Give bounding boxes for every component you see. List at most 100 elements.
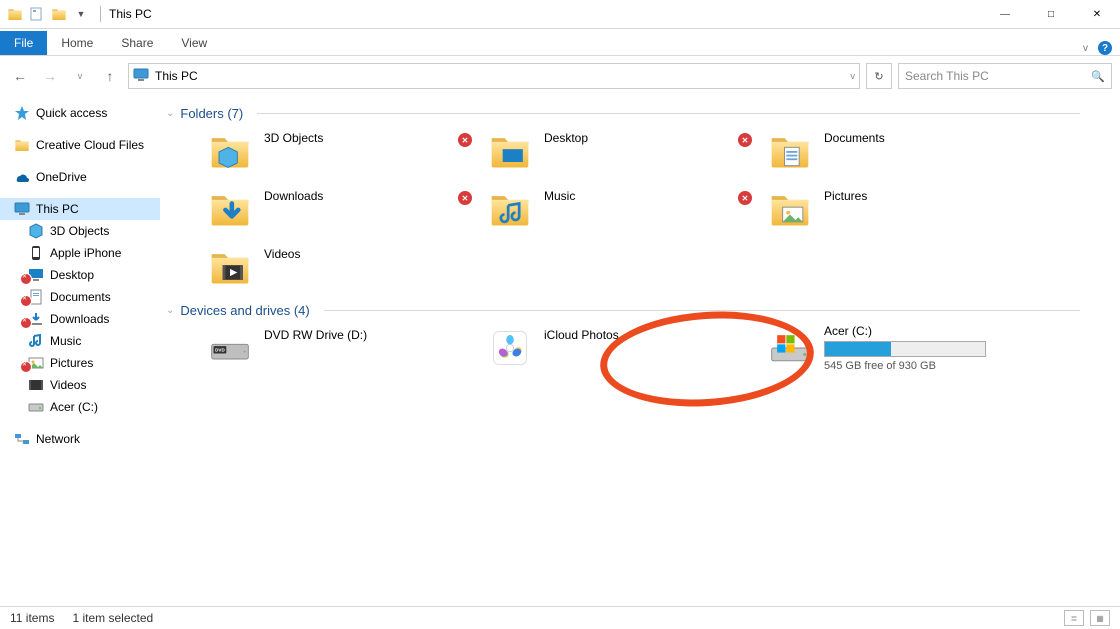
search-input[interactable]: Search This PC 🔍 <box>898 63 1112 89</box>
search-icon: 🔍 <box>1091 70 1105 83</box>
view-large-icons-button[interactable]: ▦ <box>1090 610 1110 626</box>
sync-error-icon <box>20 295 32 307</box>
drive-dvd[interactable]: DVD DVD RW Drive (D:) <box>206 324 476 374</box>
folder-videos[interactable]: Videos <box>206 243 476 293</box>
nav-forward-button[interactable]: → <box>38 64 62 88</box>
downloads-icon <box>28 311 44 327</box>
thispc-icon <box>133 67 149 86</box>
svg-text:DVD: DVD <box>215 348 225 353</box>
drive-icloud-photos[interactable]: iCloud Photos <box>486 324 756 374</box>
refresh-button[interactable]: ↻ <box>866 63 892 89</box>
network-icon <box>14 431 30 447</box>
sidebar-item-label: Downloads <box>50 312 109 326</box>
sidebar-item-label: Quick access <box>36 106 107 120</box>
search-placeholder: Search This PC <box>905 69 989 83</box>
folder-3d-objects[interactable]: 3D Objects <box>206 127 476 177</box>
onedrive-icon <box>14 169 30 185</box>
sidebar-item-desktop[interactable]: Desktop <box>0 264 160 286</box>
folder-documents[interactable]: Documents <box>766 127 1036 177</box>
qa-newfolder-icon[interactable] <box>50 5 68 23</box>
nav-recent-dropdown[interactable]: v <box>68 64 92 88</box>
group-header-devices[interactable]: ⌄ Devices and drives (4) <box>166 299 1120 324</box>
drive-capacity-text: 545 GB free of 930 GB <box>824 360 986 372</box>
sidebar-item-videos[interactable]: Videos <box>0 374 160 396</box>
nav-up-button[interactable]: ↑ <box>98 64 122 88</box>
folder-desktop[interactable]: Desktop <box>486 127 756 177</box>
folder-downloads[interactable]: Downloads <box>206 185 476 235</box>
help-icon[interactable]: ? <box>1098 41 1112 55</box>
item-label: Pictures <box>824 185 867 203</box>
drive-acer-c[interactable]: Acer (C:) 545 GB free of 930 GB <box>766 324 1036 374</box>
pictures-folder-icon <box>766 185 814 233</box>
downloads-folder-icon <box>206 185 254 233</box>
sidebar-item-acer-c[interactable]: Acer (C:) <box>0 396 160 418</box>
ribbon-expand-icon[interactable]: v <box>1083 43 1088 54</box>
qa-properties-icon[interactable] <box>28 5 46 23</box>
music-folder-icon <box>486 185 534 233</box>
sync-error-icon <box>738 133 752 147</box>
sidebar-item-documents[interactable]: Documents <box>0 286 160 308</box>
sidebar-item-3d-objects[interactable]: 3D Objects <box>0 220 160 242</box>
desktop-icon <box>28 267 44 283</box>
sidebar-item-label: Acer (C:) <box>50 400 98 414</box>
qa-customize-icon[interactable]: ▼ <box>72 5 90 23</box>
address-bar-row: ← → v ↑ This PC v ↻ Search This PC 🔍 <box>0 56 1120 96</box>
folder-music[interactable]: Music <box>486 185 756 235</box>
nav-back-button[interactable]: ← <box>8 64 32 88</box>
maximize-button[interactable]: □ <box>1028 0 1074 28</box>
drive-capacity-bar <box>824 341 986 357</box>
tab-view[interactable]: View <box>167 31 221 55</box>
sidebar-item-pictures[interactable]: Pictures <box>0 352 160 374</box>
close-button[interactable]: ✕ <box>1074 0 1120 28</box>
sync-error-icon <box>738 191 752 205</box>
tab-share[interactable]: Share <box>107 31 167 55</box>
item-label: DVD RW Drive (D:) <box>264 324 367 342</box>
ribbon-tabs: File Home Share View v ? <box>0 29 1120 56</box>
item-label: Desktop <box>544 127 588 145</box>
sidebar-item-apple-iphone[interactable]: Apple iPhone <box>0 242 160 264</box>
thispc-icon <box>14 201 30 217</box>
navigation-pane: Quick access Creative Cloud Files OneDri… <box>0 96 160 609</box>
sidebar-item-label: This PC <box>36 202 79 216</box>
item-label: 3D Objects <box>264 127 323 145</box>
folder-pictures[interactable]: Pictures <box>766 185 1036 235</box>
address-history-dropdown[interactable]: v <box>851 71 856 81</box>
sidebar-network[interactable]: Network <box>0 428 160 450</box>
sidebar-item-music[interactable]: Music <box>0 330 160 352</box>
titlebar: ▼ This PC — □ ✕ <box>0 0 1120 29</box>
documents-folder-icon <box>766 127 814 175</box>
status-item-count: 11 items <box>10 611 54 625</box>
content-area: ⌄ Folders (7) 3D Objects Desktop Documen… <box>160 96 1120 609</box>
item-label: Documents <box>824 127 885 145</box>
status-selection: 1 item selected <box>72 611 153 625</box>
sidebar-item-label: 3D Objects <box>50 224 109 238</box>
documents-icon <box>28 289 44 305</box>
sidebar-quick-access[interactable]: Quick access <box>0 102 160 124</box>
group-header-folders[interactable]: ⌄ Folders (7) <box>166 102 1120 127</box>
sync-error-icon <box>20 361 32 373</box>
tab-home[interactable]: Home <box>47 31 107 55</box>
tab-file[interactable]: File <box>0 31 47 55</box>
sidebar-onedrive[interactable]: OneDrive <box>0 166 160 188</box>
3d-icon <box>28 223 44 239</box>
item-label: Downloads <box>264 185 323 203</box>
sync-error-icon <box>20 317 32 329</box>
address-bar[interactable]: This PC v <box>128 63 860 89</box>
sidebar-item-label: Documents <box>50 290 111 304</box>
sidebar-item-downloads[interactable]: Downloads <box>0 308 160 330</box>
icloud-photos-icon <box>486 324 534 372</box>
item-label: iCloud Photos <box>544 324 619 342</box>
group-title: Devices and drives (4) <box>180 303 309 318</box>
videos-icon <box>28 377 44 393</box>
sidebar-this-pc[interactable]: This PC <box>0 198 160 220</box>
videos-folder-icon <box>206 243 254 291</box>
sidebar-creative-cloud[interactable]: Creative Cloud Files <box>0 134 160 156</box>
minimize-button[interactable]: — <box>982 0 1028 28</box>
sidebar-item-label: Videos <box>50 378 86 392</box>
3d-folder-icon <box>206 127 254 175</box>
star-icon <box>14 105 30 121</box>
group-title: Folders (7) <box>180 106 243 121</box>
view-details-button[interactable]: ≣ <box>1064 610 1084 626</box>
sidebar-item-label: Creative Cloud Files <box>36 138 144 152</box>
pictures-icon <box>28 355 44 371</box>
